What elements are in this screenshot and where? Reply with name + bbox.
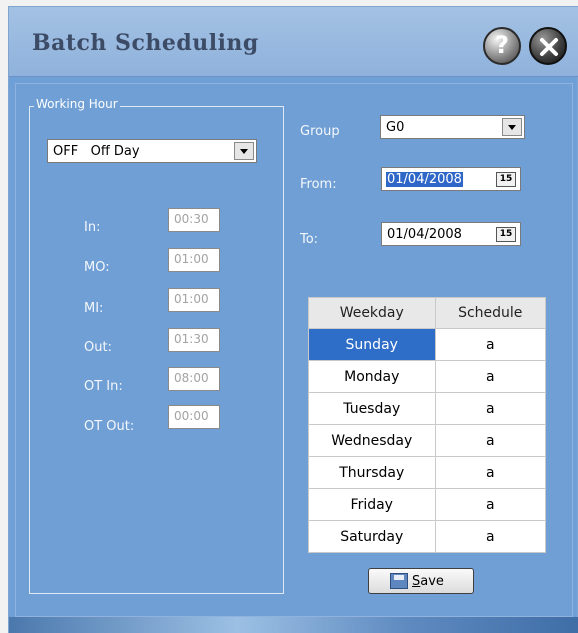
working-hour-group [29,106,284,594]
table-row[interactable]: Sunday a [308,328,546,361]
schedule-cell[interactable]: a [434,360,546,393]
group-select[interactable]: G0 [380,115,525,139]
ot-out-label: OT Out: [84,419,135,434]
save-button[interactable]: Save [368,568,474,594]
title-bar: Batch Scheduling ? [9,7,578,77]
out-field[interactable]: 01:30 [168,328,220,352]
ot-out-field[interactable]: 00:00 [168,405,220,429]
table-row[interactable]: Thursday a [308,456,546,489]
weekday-cell[interactable]: Monday [308,360,436,393]
schedule-cell[interactable]: a [434,328,546,361]
table-row[interactable]: Tuesday a [308,392,546,425]
shift-select-value: OFF Off Day [53,144,140,159]
schedule-table: Weekday Schedule Sunday a Monday a Tuesd… [308,297,546,553]
schedule-cell[interactable]: a [434,424,546,457]
mi-label: MI: [84,301,104,316]
column-header-schedule[interactable]: Schedule [434,297,546,329]
weekday-cell[interactable]: Sunday [308,328,436,361]
close-icon[interactable] [529,27,567,65]
schedule-cell[interactable]: a [434,488,546,521]
weekday-cell[interactable]: Thursday [308,456,436,489]
save-button-label: Save [412,574,444,589]
mi-field[interactable]: 01:00 [168,288,220,312]
weekday-cell[interactable]: Friday [308,488,436,521]
in-field[interactable]: 00:30 [168,208,220,232]
from-label: From: [300,177,337,192]
bottom-decoration [9,617,578,633]
from-date-picker[interactable]: 01/04/2008 15 [381,167,521,191]
help-icon[interactable]: ? [483,27,521,65]
chevron-down-icon[interactable] [502,118,522,136]
to-label: To: [300,232,319,247]
mo-field[interactable]: 01:00 [168,248,220,272]
schedule-cell[interactable]: a [434,456,546,489]
table-row[interactable]: Friday a [308,488,546,521]
from-date-value: 01/04/2008 [386,172,463,187]
calendar-icon[interactable]: 15 [496,172,516,187]
to-date-value: 01/04/2008 [387,227,462,242]
weekday-cell[interactable]: Wednesday [308,424,436,457]
in-label: In: [84,220,101,235]
chevron-down-icon[interactable] [234,142,254,160]
table-row[interactable]: Wednesday a [308,424,546,457]
out-label: Out: [84,340,112,355]
to-date-picker[interactable]: 01/04/2008 15 [381,222,521,246]
group-label: Group [300,124,340,139]
schedule-cell[interactable]: a [434,392,546,425]
working-hour-legend: Working Hour [34,97,120,111]
group-select-value: G0 [386,120,405,135]
column-header-weekday[interactable]: Weekday [308,297,436,329]
weekday-cell[interactable]: Saturday [308,520,436,553]
ot-in-label: OT In: [84,379,123,394]
window-title: Batch Scheduling [32,30,259,56]
mo-label: MO: [84,260,110,275]
ot-in-field[interactable]: 08:00 [168,367,220,391]
shift-select[interactable]: OFF Off Day [47,139,257,163]
calendar-icon[interactable]: 15 [496,227,516,242]
weekday-cell[interactable]: Tuesday [308,392,436,425]
schedule-cell[interactable]: a [434,520,546,553]
save-icon [390,573,408,589]
table-row[interactable]: Monday a [308,360,546,393]
schedule-table-header: Weekday Schedule [308,297,546,329]
table-row[interactable]: Saturday a [308,520,546,553]
